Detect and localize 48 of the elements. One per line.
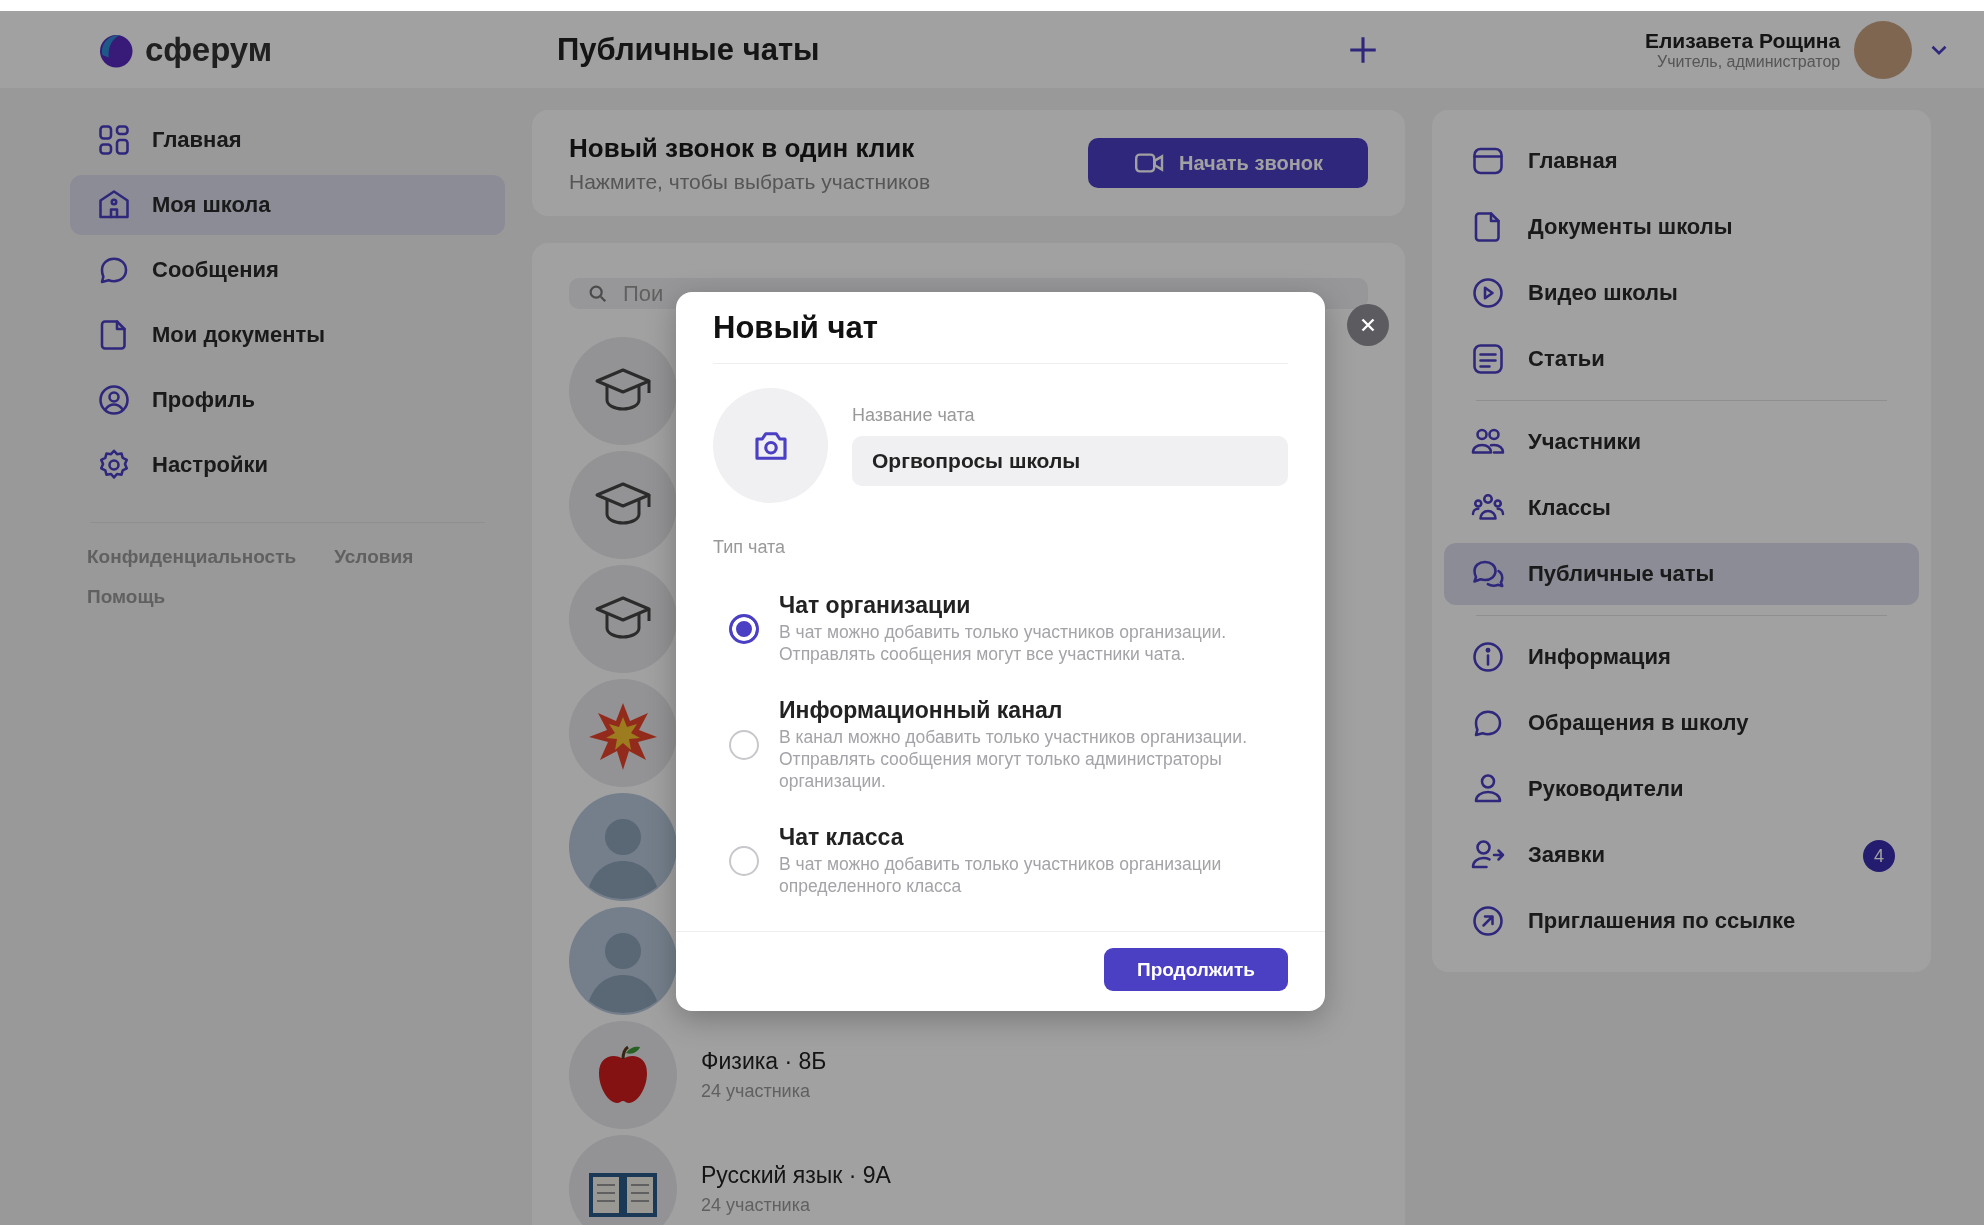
start-call-button[interactable]: Начать звонок: [1088, 138, 1368, 188]
nav-item[interactable]: Мои документы: [70, 305, 505, 365]
option-description: В чат можно добавить только участников организации определенного класса: [779, 853, 1223, 897]
option-title: Чат класса: [779, 824, 905, 851]
user-role: Учитель, администратор: [1657, 52, 1841, 71]
menu-item[interactable]: Обращения в школу: [1444, 692, 1919, 754]
menu-icon: [1470, 903, 1506, 939]
continue-button[interactable]: Продолжить: [1104, 948, 1288, 991]
call-title: Новый звонок в один клик: [569, 132, 916, 164]
nav-icon: [96, 122, 132, 158]
menu-item[interactable]: Видео школы: [1444, 262, 1919, 324]
page-title: Публичные чаты: [557, 31, 820, 68]
radio-button[interactable]: [729, 613, 759, 644]
menu-item[interactable]: Классы: [1444, 477, 1919, 539]
member-count: 24 участника: [701, 1195, 811, 1216]
menu-item[interactable]: Приглашения по ссылке: [1444, 890, 1919, 952]
menu-icon: [1470, 275, 1506, 311]
call-subtitle: Нажмите, чтобы выбрать участников: [569, 169, 931, 194]
menu-item[interactable]: Информация: [1444, 626, 1919, 688]
menu-item[interactable]: Заявки 4: [1444, 824, 1919, 886]
option-description: В канал можно добавить только участников организации. Отправлять сообщения могут только администраторы организации.: [779, 726, 1248, 792]
chat-name[interactable]: Русский язык · 9А: [701, 1162, 891, 1189]
menu-item[interactable]: Статьи: [1444, 328, 1919, 390]
nav-item[interactable]: Профиль: [70, 370, 505, 430]
chat-name[interactable]: Физика · 8Б: [701, 1048, 827, 1075]
nav-item[interactable]: Главная: [70, 110, 505, 170]
nav-item[interactable]: Моя школа: [70, 175, 505, 235]
dialog-title: Новый чат: [713, 310, 879, 346]
member-count: 24 участника: [701, 1081, 811, 1102]
section-label: Тип чата: [713, 537, 787, 558]
count-badge: 4: [1863, 840, 1895, 872]
chat-name-field[interactable]: Оргвопросы школы: [852, 436, 1288, 486]
user-name: Елизавета Рощина: [1645, 28, 1841, 53]
option-title: Чат организации: [779, 592, 972, 619]
menu-item[interactable]: Публичные чаты: [1444, 543, 1919, 605]
nav-icon: [96, 382, 132, 418]
logo-text: сферум: [145, 30, 273, 69]
nav-item[interactable]: Сообщения: [70, 240, 505, 300]
menu-item[interactable]: Участники: [1444, 411, 1919, 473]
menu-item[interactable]: Документы школы: [1444, 196, 1919, 258]
menu-icon: [1470, 639, 1506, 675]
option-title: Информационный канал: [779, 697, 1064, 724]
option-description: В чат можно добавить только участников организации. Отправлять сообщения могут все участники чата.: [779, 621, 1228, 665]
nav-item[interactable]: Настройки: [70, 435, 505, 495]
menu-icon: [1470, 341, 1506, 377]
field-label: Название чата: [852, 405, 976, 426]
menu-item[interactable]: Главная: [1444, 130, 1919, 192]
menu-item[interactable]: Руководители: [1444, 758, 1919, 820]
